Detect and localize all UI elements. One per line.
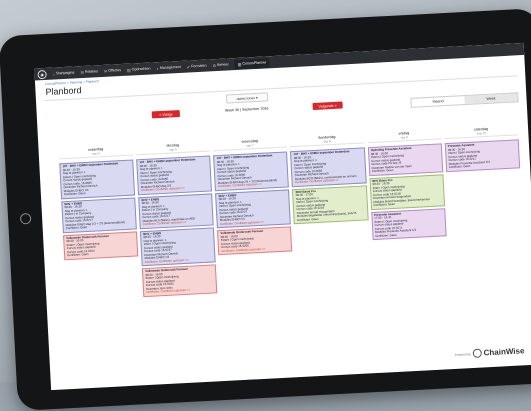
conflicts-link[interactable]: Conflicten: Conflicten oplossen >> <box>146 288 214 295</box>
nav-item-label: Startpagina <box>55 70 75 76</box>
nav-item-relaties[interactable]: ☰ Relaties <box>80 69 99 75</box>
week-grid: maandag sep 5 107 · BHV + EHBO september R… <box>58 125 526 302</box>
course-card[interactable]: BHV Basis Pro 08:30 - 16:30 Intern | Open … <box>369 174 445 211</box>
nav-item-label: Management <box>159 64 181 70</box>
week-view-button[interactable]: Week <box>464 93 518 105</box>
day-column-dinsdag: dinsdag sep 6 107 · BHV + EHBO september R… <box>135 141 218 298</box>
brand-name: ChainWise <box>483 346 525 358</box>
course-card[interactable]: 107 · BHV + EHBO september Rotterdam 08:3… <box>290 147 367 188</box>
tablet-frame: ◉ ⌂ Startpagina ☰ Relaties ✉ Offertes ▤ Opdr… <box>0 8 531 411</box>
course-card[interactable]: Volkswede Onderzoek Persoon 08:30 - 16:00… <box>63 231 139 261</box>
next-week-button[interactable]: Volgende > <box>312 101 343 111</box>
previous-week-button[interactable]: < Vorige <box>151 110 181 119</box>
app-screen: ◉ ⌂ Startpagina ☰ Relaties ✉ Offertes ▤ Opdr… <box>34 42 531 391</box>
week-label: Week 36 | September 2016 <box>224 106 269 113</box>
nav-item-cursusplanner[interactable]: ▦ CursusPlanner <box>234 57 270 69</box>
settings-icon: ⚙ <box>212 62 217 68</box>
nav-item-label: Offertes <box>108 68 122 73</box>
day-column-vrijdag: vrijdag sep 9 Opleiding Preventie Assisten… <box>366 129 449 285</box>
tablet-home-button <box>19 212 32 225</box>
conflicts-link[interactable]: Conflicten: Geen <box>67 251 135 258</box>
day-column-zaterdag: zaterdag sep 10 Preventie Assistent 08:30 -… <box>443 125 526 281</box>
nav-item-label: Relaties <box>84 69 99 74</box>
day-header: zaterdag sep 10 <box>443 125 519 140</box>
course-card[interactable]: BHV + EHBO 08:30 - 16:30 Nog te plannen: 1… <box>61 197 137 234</box>
course-card[interactable]: Preventie Assistent 17:00 - 19:45 Extern |… <box>370 208 447 241</box>
calendar-icon: ▦ <box>237 61 242 67</box>
nav-item-offertes[interactable]: ✉ Offertes <box>103 68 122 74</box>
view-toggle: Maand Week <box>410 92 519 108</box>
nav-item-beheer[interactable]: ⚙ Beheer <box>212 62 229 68</box>
day-column-donderdag: donderdag sep 8 107 · BHV + EHBO september… <box>289 133 372 289</box>
conflicts-link[interactable]: Conflicten: Geen <box>64 190 132 197</box>
course-card[interactable]: 107 · BHV + EHBO september Rotterdam 08:3… <box>136 155 213 196</box>
conflicts-link[interactable]: Conflicten: Conflicten oplossen >> <box>141 186 209 193</box>
month-view-button[interactable]: Maand <box>411 96 464 107</box>
course-card[interactable]: BHV + EHBO 08:30 - 16:30 Nog te plannen: 1… <box>138 193 215 230</box>
nav-item-opdrachten[interactable]: ▤ Opdrachten <box>127 66 151 72</box>
powered-by-label: Powered by <box>454 351 471 357</box>
show-options-button[interactable]: opties tonen ▾ <box>225 92 269 104</box>
app-logo-icon[interactable]: ◉ <box>37 69 47 79</box>
course-card[interactable]: Opleiding Preventie Assistent 08:30 - 16:… <box>367 143 444 177</box>
nav-item-management[interactable]: ◐ Management <box>156 64 181 71</box>
nav-item-label: Opdrachten <box>131 66 151 72</box>
nav-item-formaten[interactable]: ✔ Formaten <box>186 63 207 70</box>
day-header: donderdag sep 8 <box>289 133 365 148</box>
course-card[interactable]: Preventie Assistent 08:30 - 16:30 Intern |… <box>444 139 521 173</box>
orders-icon: ▤ <box>126 67 131 73</box>
day-header: woensdag sep 7 <box>212 137 288 152</box>
day-header: vrijdag sep 9 <box>366 129 442 144</box>
course-card[interactable]: BHV + EHBO 08:30 - 16:30 Nog te plannen: 1… <box>140 227 217 267</box>
relations-icon: ☰ <box>80 69 85 75</box>
conflicts-link[interactable]: Conflicten: Conflicten oplossen >> <box>143 220 211 227</box>
home-icon: ⌂ <box>52 70 56 77</box>
management-icon: ◐ <box>156 65 160 71</box>
day-header: dinsdag sep 6 <box>135 141 211 156</box>
day-column-maandag: maandag sep 5 107 · BHV + EHBO september R… <box>58 145 141 302</box>
conflicts-link[interactable]: Conflicten: Conflicten oplossen >> <box>295 178 363 185</box>
formats-icon: ✔ <box>186 63 191 70</box>
course-card[interactable]: 107 · BHV + EHBO september Rotterdam 08:3… <box>59 159 136 200</box>
quotes-icon: ✉ <box>103 68 108 74</box>
footer: Powered by ChainWise <box>455 346 525 359</box>
course-card[interactable]: Volkswede Onderzoek Persoon 08:30 - 16:00… <box>217 226 293 256</box>
day-header: maandag sep 5 <box>58 145 134 160</box>
nav-item-label: Beheer <box>217 62 229 67</box>
nav-item-startpagina[interactable]: ⌂ Startpagina <box>52 70 74 76</box>
conflicts-link[interactable]: Conflicten: Conflicten oplossen >> <box>218 182 286 189</box>
course-card[interactable]: Volkswede Onderzoek Persoon 08:30 - 16:00… <box>142 264 218 298</box>
nav-item-label: Formaten <box>191 63 207 69</box>
chainwise-logo-icon <box>472 348 482 359</box>
day-column-woensdag: woensdag sep 7 107 · BHV + EHBO september … <box>212 137 295 293</box>
nav-item-label: CursusPlanner <box>242 60 267 66</box>
course-card[interactable]: BHV Basis Pro 08:30 - 17:00 Nog te plannen… <box>292 185 369 225</box>
course-card[interactable]: BHV + EHBO 08:30 - 16:30 Nog te plannen: 1… <box>215 189 292 229</box>
course-card[interactable]: 107 · BHV + EHBO september Rotterdam 08:3… <box>213 151 290 192</box>
